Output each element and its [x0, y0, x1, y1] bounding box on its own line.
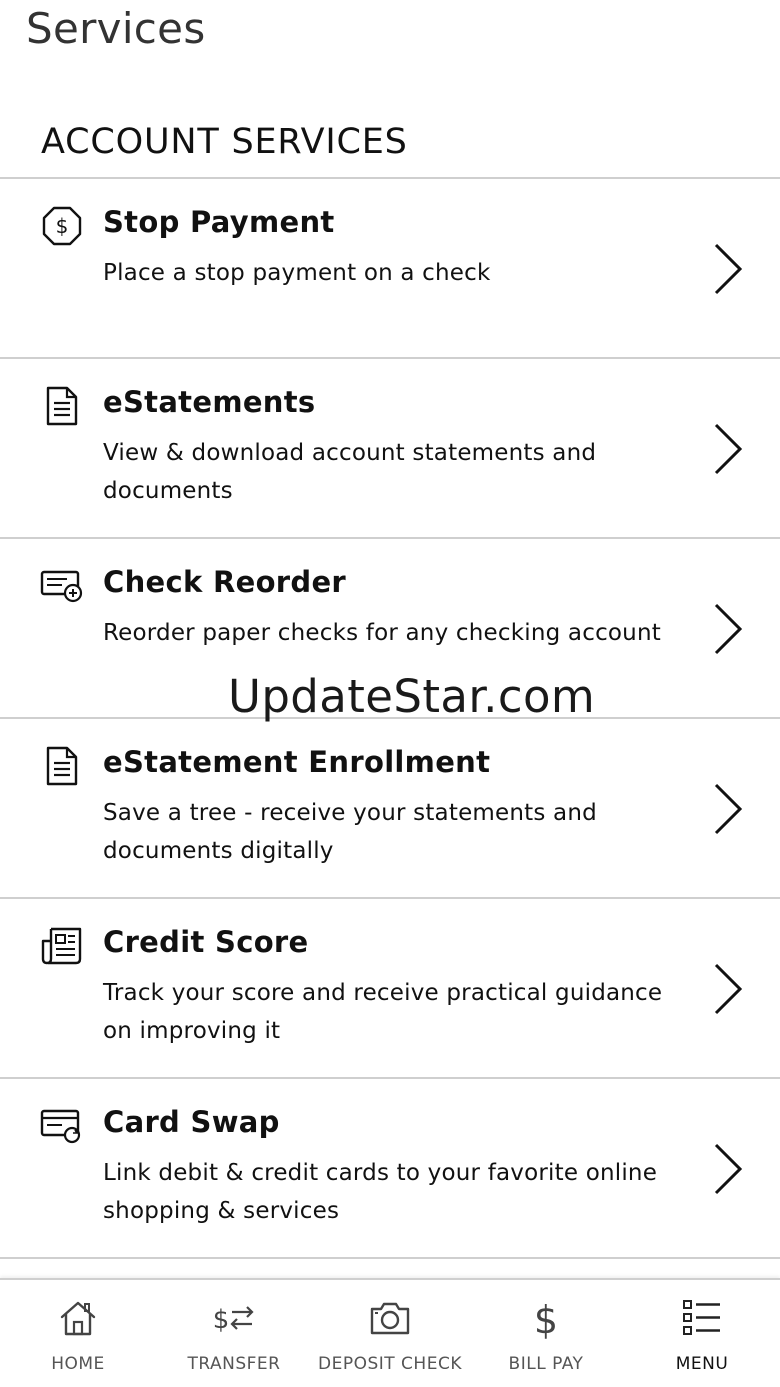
- service-description: Link debit & credit cards to your favori…: [103, 1160, 658, 1224]
- service-title: Stop Payment: [103, 205, 335, 239]
- nav-label: HOME: [51, 1354, 105, 1374]
- card-swap-icon: [40, 1105, 84, 1147]
- svg-text:$: $: [534, 1298, 558, 1339]
- service-title: Credit Score: [103, 925, 309, 959]
- watermark: UpdateStar.com: [228, 670, 596, 723]
- camera-icon: [369, 1296, 411, 1340]
- service-row-estatements[interactable]: eStatements View & download account stat…: [0, 359, 780, 539]
- home-icon: [58, 1296, 98, 1340]
- nav-label: TRANSFER: [187, 1354, 281, 1374]
- service-row-credit-score[interactable]: Credit Score Track your score and receiv…: [0, 899, 780, 1079]
- nav-label: DEPOSIT CHECK: [318, 1354, 462, 1374]
- service-description: Save a tree - receive your statements an…: [103, 800, 597, 864]
- nav-label: BILL PAY: [508, 1354, 584, 1374]
- document-icon: [40, 745, 84, 787]
- nav-bill-pay[interactable]: $ BILL PAY: [468, 1280, 624, 1387]
- check-plus-icon: [40, 565, 84, 607]
- svg-text:$: $: [56, 214, 69, 238]
- dollar-badge-icon: $: [40, 205, 84, 247]
- service-description: Place a stop payment on a check: [103, 260, 491, 286]
- chevron-right-icon: [710, 241, 746, 297]
- service-description: Reorder paper checks for any checking ac…: [103, 620, 661, 646]
- service-row-card-swap[interactable]: Card Swap Link debit & credit cards to y…: [0, 1079, 780, 1259]
- menu-list-icon: [682, 1296, 722, 1340]
- chevron-right-icon: [710, 961, 746, 1017]
- svg-text:$: $: [213, 1305, 230, 1335]
- nav-menu[interactable]: MENU: [624, 1280, 780, 1387]
- document-icon: [40, 385, 84, 427]
- services-screen: Services ACCOUNT SERVICES $ Stop Payment…: [0, 0, 780, 1387]
- bottom-nav: HOME $ TRANSFER DEPOSIT CHECK $ BILL PAY…: [0, 1278, 780, 1387]
- nav-deposit-check[interactable]: DEPOSIT CHECK: [312, 1280, 468, 1387]
- service-description: Track your score and receive practical g…: [103, 980, 663, 1044]
- dollar-icon: $: [530, 1296, 562, 1340]
- chevron-right-icon: [710, 781, 746, 837]
- service-title: Card Swap: [103, 1105, 280, 1139]
- newspaper-icon: [40, 925, 84, 967]
- service-title: eStatement Enrollment: [103, 745, 491, 779]
- page-title: Services: [26, 4, 206, 53]
- chevron-right-icon: [710, 421, 746, 477]
- section-heading: ACCOUNT SERVICES: [41, 122, 408, 162]
- nav-label: MENU: [675, 1354, 729, 1374]
- nav-home[interactable]: HOME: [0, 1280, 156, 1387]
- chevron-right-icon: [710, 601, 746, 657]
- service-row-estatement-enrollment[interactable]: eStatement Enrollment Save a tree - rece…: [0, 719, 780, 899]
- chevron-right-icon: [710, 1141, 746, 1197]
- service-title: eStatements: [103, 385, 316, 419]
- service-description: View & download account statements and d…: [103, 440, 597, 504]
- service-row-stop-payment[interactable]: $ Stop Payment Place a stop payment on a…: [0, 179, 780, 359]
- service-title: Check Reorder: [103, 565, 347, 599]
- transfer-icon: $: [212, 1296, 256, 1340]
- nav-transfer[interactable]: $ TRANSFER: [156, 1280, 312, 1387]
